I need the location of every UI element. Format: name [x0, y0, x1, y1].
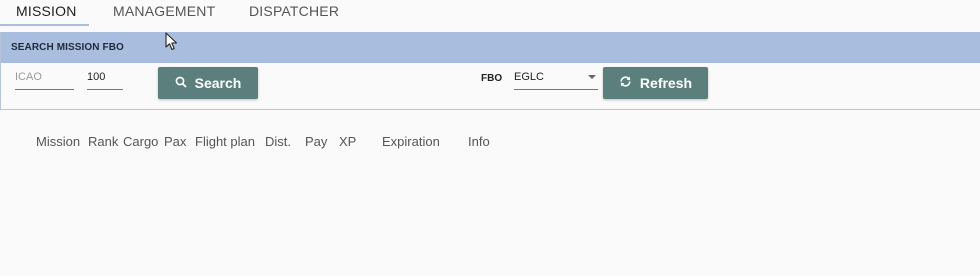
column-header-info[interactable]: Info [468, 134, 490, 149]
refresh-button-label: Refresh [639, 75, 693, 91]
panel-title: SEARCH MISSION FBO [1, 32, 980, 63]
refresh-icon [619, 75, 632, 91]
search-button-label: Search [194, 75, 242, 91]
fbo-label: FBO [481, 73, 503, 84]
refresh-button[interactable]: Refresh [603, 67, 708, 99]
icao-input[interactable] [15, 68, 74, 86]
search-button[interactable]: Search [158, 67, 258, 99]
radius-input[interactable] [87, 68, 123, 86]
column-header-mission[interactable]: Mission [36, 134, 80, 149]
column-header-rank[interactable]: Rank [88, 134, 118, 149]
fbo-select[interactable]: EGLC [514, 68, 598, 90]
column-header-pay[interactable]: Pay [305, 134, 327, 149]
column-header-pax[interactable]: Pax [164, 134, 186, 149]
column-header-cargo[interactable]: Cargo [123, 134, 158, 149]
column-header-expiration[interactable]: Expiration [382, 134, 440, 149]
column-header-distance[interactable]: Dist. [265, 134, 291, 149]
tab-dispatcher[interactable]: DISPATCHER [249, 0, 339, 26]
column-header-flight-plan[interactable]: Flight plan [195, 134, 255, 149]
active-tab-indicator [0, 24, 89, 26]
fbo-selected-value: EGLC [514, 71, 544, 83]
search-mission-panel: SEARCH MISSION FBO Search FBO EGLC R [0, 32, 980, 110]
tab-bar: MISSION MANAGEMENT DISPATCHER [0, 0, 980, 26]
tab-management[interactable]: MANAGEMENT [113, 0, 215, 26]
radius-field[interactable] [87, 68, 123, 90]
search-icon [175, 75, 187, 91]
tab-mission[interactable]: MISSION [16, 0, 77, 26]
chevron-down-icon [588, 75, 596, 79]
mouse-pointer-icon [165, 32, 179, 57]
column-header-xp[interactable]: XP [339, 134, 356, 149]
icao-field[interactable] [15, 68, 74, 90]
